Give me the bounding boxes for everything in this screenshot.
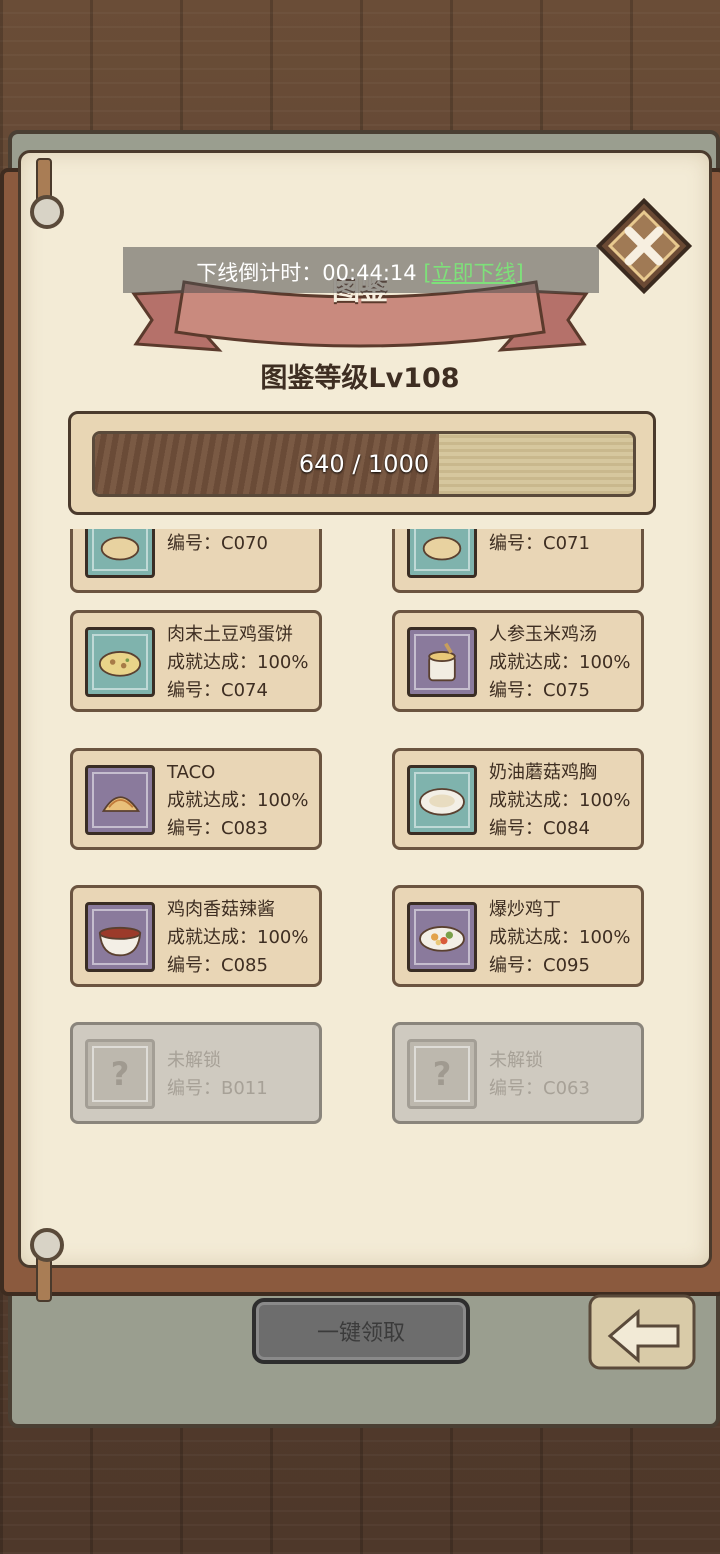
ring-bottom [30, 1228, 64, 1262]
recipe-code: 编号：C095 [489, 955, 590, 976]
recipe-info: 人参玉米鸡汤成就达成：100% 编号：C075 [489, 621, 649, 705]
recipe-name: 爆炒鸡丁 [489, 899, 561, 920]
omelette-icon [98, 651, 142, 677]
back-arrow-icon[interactable] [586, 1290, 702, 1376]
question-icon: ? [432, 1055, 452, 1093]
recipe-name: 人参玉米鸡汤 [489, 624, 597, 645]
recipe-name: 未解锁 [167, 1050, 221, 1071]
recipe-achievement: 成就达成：100% [167, 652, 309, 673]
recipe-info: 成就达成：100%编号：C070 [167, 529, 327, 558]
recipe-name: 奶油蘑菇鸡胸 [489, 762, 597, 783]
recipe-card[interactable]: 人参玉米鸡汤成就达成：100% 编号：C075 [392, 610, 644, 712]
bun [422, 536, 462, 561]
collection-level: 图鉴等级Lv108 [260, 363, 460, 394]
progress-text: 640 / 1000 [298, 450, 430, 478]
recipe-list[interactable]: 成就达成：100%编号：C070成就达成：100%编号：C071肉末土豆鸡蛋饼成… [40, 529, 680, 1229]
bowl-icon [98, 926, 142, 957]
recipe-thumbnail [407, 529, 477, 578]
ring-top [30, 195, 64, 229]
recipe-code: 编号：C070 [167, 533, 268, 554]
recipe-thumbnail: ? [85, 1039, 155, 1109]
recipe-info: 未解锁编号：C063 [489, 1047, 649, 1103]
locked-recipe-card[interactable]: ? 未解锁编号：C063 [392, 1022, 644, 1124]
recipe-code: 编号：B011 [167, 1078, 268, 1099]
recipe-code: 编号：C085 [167, 955, 268, 976]
claim-all-button[interactable]: 一键领取 [252, 1298, 470, 1364]
locked-recipe-card[interactable]: ? 未解锁编号：B011 [70, 1022, 322, 1124]
recipe-name: 鸡肉香菇辣酱 [167, 899, 275, 920]
recipe-achievement: 成就达成：100% [489, 652, 631, 673]
recipe-achievement: 成就达成：100% [167, 790, 309, 811]
recipe-card[interactable]: 爆炒鸡丁成就达成：100% 编号：C095 [392, 885, 644, 987]
recipe-info: 成就达成：100%编号：C071 [489, 529, 649, 558]
recipe-name: 未解锁 [489, 1050, 543, 1071]
recipe-code: 编号：C083 [167, 818, 268, 839]
recipe-thumbnail [85, 765, 155, 835]
recipe-code: 编号：C063 [489, 1078, 590, 1099]
recipe-info: 未解锁编号：B011 [167, 1047, 327, 1103]
question-icon: ? [110, 1055, 130, 1093]
recipe-name: 肉末土豆鸡蛋饼 [167, 624, 293, 645]
recipe-thumbnail [85, 627, 155, 697]
recipe-info: 肉末土豆鸡蛋饼 成就达成：100% 编号：C074 [167, 621, 327, 705]
recipe-code: 编号：C074 [167, 680, 268, 701]
recipe-card[interactable]: TACO 成就达成：100% 编号：C083 [70, 748, 322, 850]
recipe-info: 爆炒鸡丁成就达成：100% 编号：C095 [489, 896, 649, 980]
offline-now-link[interactable]: [立即下线] [423, 261, 523, 285]
recipe-achievement: 成就达成：100% [167, 927, 309, 948]
recipe-code: 编号：C084 [489, 818, 590, 839]
recipe-card[interactable]: 成就达成：100%编号：C070 [70, 529, 322, 593]
recipe-thumbnail [407, 627, 477, 697]
recipe-card[interactable]: 奶油蘑菇鸡胸成就达成：100% 编号：C084 [392, 748, 644, 850]
recipe-card[interactable]: 成就达成：100%编号：C071 [392, 529, 644, 593]
recipe-thumbnail: ? [407, 1039, 477, 1109]
recipe-code: 编号：C071 [489, 533, 590, 554]
recipe-thumbnail [407, 902, 477, 972]
soup-pot-icon [428, 642, 456, 682]
recipe-achievement: 成就达成：100% [489, 927, 631, 948]
bun [100, 536, 140, 561]
recipe-info: 鸡肉香菇辣酱成就达成：100% 编号：C085 [167, 896, 327, 980]
recipe-thumbnail [407, 765, 477, 835]
progress-bar: 640 / 1000 [92, 431, 636, 497]
close-icon[interactable] [594, 196, 694, 296]
taco-icon [101, 796, 141, 812]
stirfry-icon [419, 926, 465, 952]
recipe-achievement: 成就达成：100% [489, 790, 631, 811]
recipe-info: TACO 成就达成：100% 编号：C083 [167, 759, 327, 843]
recipe-name: TACO [167, 762, 216, 783]
recipe-thumbnail [85, 902, 155, 972]
recipe-code: 编号：C075 [489, 680, 590, 701]
plate-icon [419, 788, 465, 816]
timer-label: 下线倒计时：00:44:14 [196, 261, 417, 285]
recipe-card[interactable]: 肉末土豆鸡蛋饼 成就达成：100% 编号：C074 [70, 610, 322, 712]
recipe-info: 奶油蘑菇鸡胸成就达成：100% 编号：C084 [489, 759, 649, 843]
recipe-card[interactable]: 鸡肉香菇辣酱成就达成：100% 编号：C085 [70, 885, 322, 987]
recipe-thumbnail [85, 529, 155, 578]
